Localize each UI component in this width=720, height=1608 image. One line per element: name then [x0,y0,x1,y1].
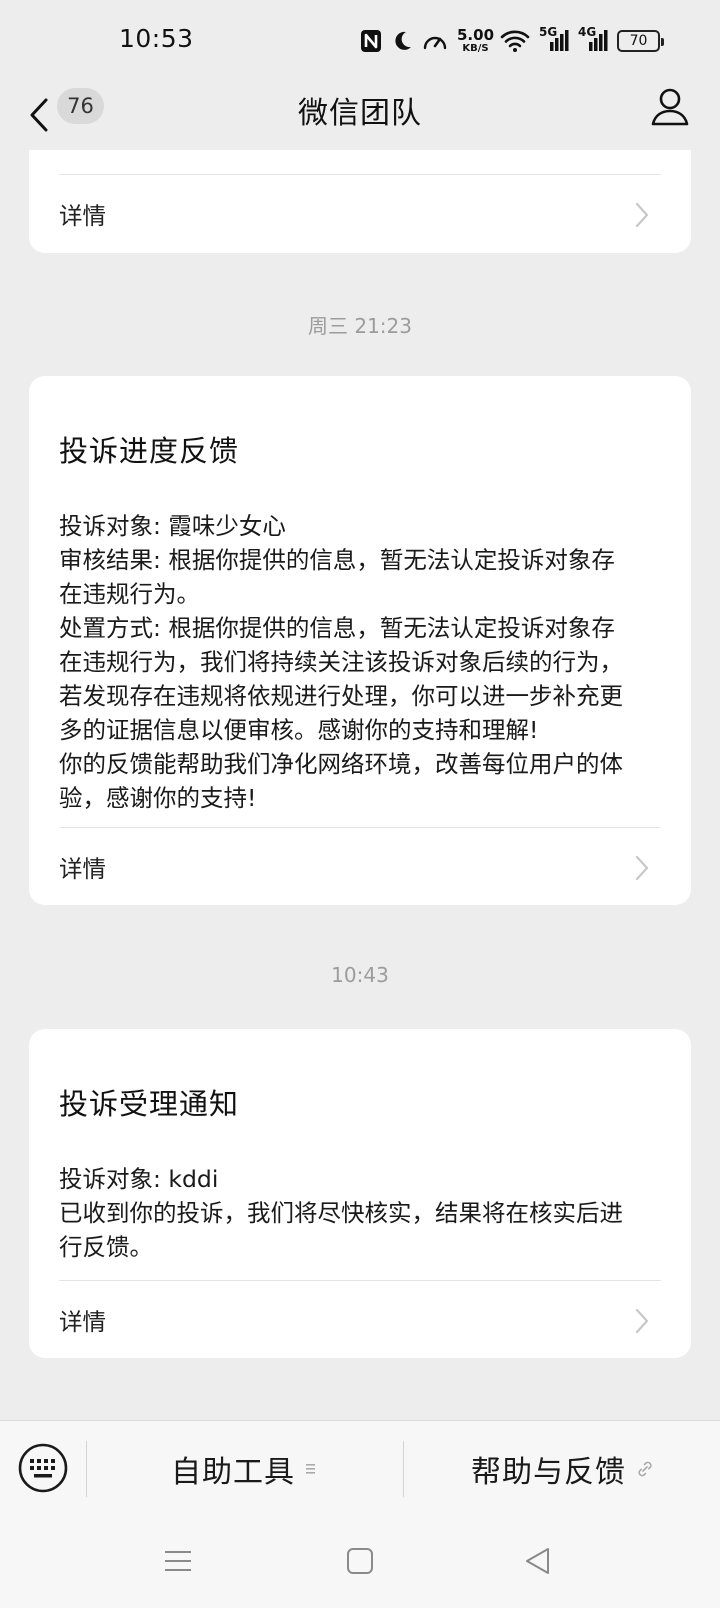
keyboard-toggle-button[interactable] [18,1443,68,1493]
message-list[interactable]: 详情 周三 21:23 投诉进度反馈 投诉对象: 霞味少女心 审核结果: 根据你… [0,150,720,1420]
menu-item-label: 自助工具 [171,1455,295,1490]
detail-label: 详情 [59,855,106,883]
detail-link[interactable]: 详情 [29,175,691,253]
signal-4g-label: 4G [578,25,597,39]
message-card[interactable]: 详情 [29,150,691,253]
battery-level: 70 [629,33,648,49]
chevron-right-icon [635,1308,649,1334]
link-icon [636,1460,654,1478]
menu-self-service-tools[interactable]: 自助工具 [171,1449,317,1490]
body-line: 若发现存在违规将依规进行处理，你可以进一步补充更 [59,682,623,710]
menu-lines-icon [165,1551,191,1571]
signal-5g-label: 5G [539,25,558,39]
message-card[interactable]: 投诉进度反馈 投诉对象: 霞味少女心 审核结果: 根据你提供的信息，暂无法认定投… [29,376,691,905]
system-back-button[interactable] [523,1546,563,1582]
page-title: 微信团队 [298,96,422,131]
system-navigation-bar [0,1520,720,1608]
home-button[interactable] [345,1546,385,1582]
menu-help-feedback[interactable]: 帮助与反馈 [471,1449,654,1490]
recent-apps-button[interactable] [163,1546,203,1582]
keyboard-icon [18,1443,68,1493]
card-title: 投诉受理通知 [59,1087,240,1121]
menu-item-label: 帮助与反馈 [471,1455,626,1490]
detail-label: 详情 [59,202,106,230]
chevron-right-icon [635,855,649,881]
body-line: 你的反馈能帮助我们净化网络环境，改善每位用户的体 [59,750,623,778]
person-icon [651,88,689,126]
body-line: 审核结果: 根据你提供的信息，暂无法认定投诉对象存 [59,546,615,574]
body-line: 行反馈。 [59,1233,153,1261]
nfc-icon [360,29,382,53]
signal-5g-icon: 5G [539,25,569,53]
bottom-menu-bar: 自助工具 帮助与反馈 [0,1420,720,1520]
card-body: 投诉对象: 霞味少女心 审核结果: 根据你提供的信息，暂无法认定投诉对象存 在违… [59,509,663,815]
status-icons: 5.00 KB/S 5G 4G 70 [360,25,665,56]
submenu-list-icon [305,1462,317,1476]
body-line: 处置方式: 根据你提供的信息，暂无法认定投诉对象存 [59,614,615,642]
message-timestamp: 10:43 [331,963,389,987]
body-line: 验，感谢你的支持! [59,784,257,812]
body-line: 已收到你的投诉，我们将尽快核实，结果将在核实后进 [59,1199,623,1227]
net-speed-unit: KB/S [462,43,489,54]
body-line: 投诉对象: kddi [59,1165,219,1193]
triangle-back-icon [526,1548,549,1574]
body-line: 在违规行为，我们将持续关注该投诉对象后续的行为， [59,648,623,676]
body-line: 投诉对象: 霞味少女心 [59,512,286,540]
battery-icon: 70 [617,30,665,52]
signal-4g-icon: 4G [578,25,608,53]
detail-link[interactable]: 详情 [29,828,691,906]
chevron-right-icon [635,202,649,228]
detail-label: 详情 [59,1308,106,1336]
net-speed-value: 5.00 [457,26,495,44]
profile-button[interactable] [650,86,690,130]
message-timestamp: 周三 21:23 [308,314,412,338]
speed-icon [422,29,448,53]
nav-bar: 76 微信团队 [0,80,720,150]
body-line: 在违规行为。 [59,580,200,608]
wifi-icon [500,29,530,53]
status-bar: 10:53 5.00 KB/S 5G 4G 70 [0,0,720,80]
body-line: 多的证据信息以便审核。感谢你的支持和理解! [59,716,539,744]
card-body: 投诉对象: kddi 已收到你的投诉，我们将尽快核实，结果将在核实后进 行反馈。 [59,1162,663,1264]
status-time: 10:53 [119,24,194,53]
net-speed: 5.00 KB/S [457,28,494,54]
message-card[interactable]: 投诉受理通知 投诉对象: kddi 已收到你的投诉，我们将尽快核实，结果将在核实… [29,1029,691,1358]
wechat-chat-screen: 10:53 5.00 KB/S 5G 4G 70 76 微信团队 详情 周三 2… [0,0,720,1608]
square-home-icon [347,1548,373,1574]
menu-divider [403,1441,404,1497]
moon-icon [391,29,413,53]
detail-link[interactable]: 详情 [29,1281,691,1359]
card-title: 投诉进度反馈 [59,434,240,468]
menu-divider [86,1441,87,1497]
